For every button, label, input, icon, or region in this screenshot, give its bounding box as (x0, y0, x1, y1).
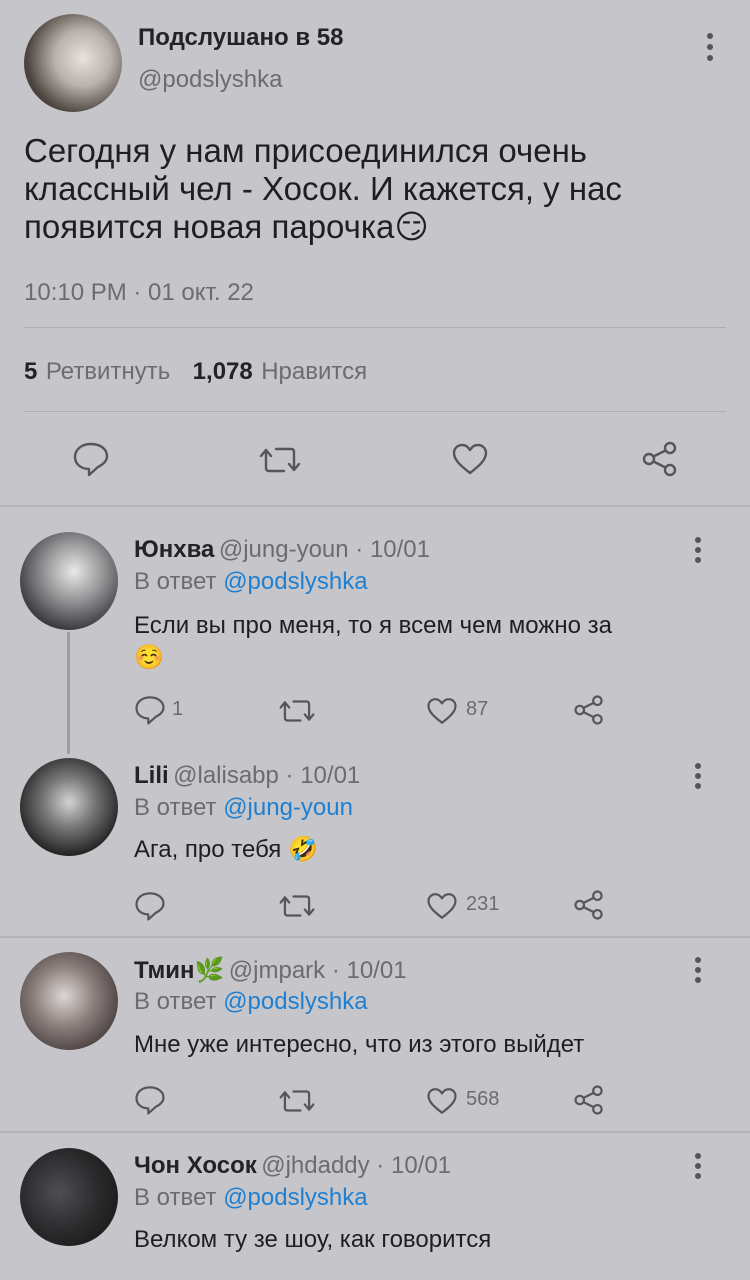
reply-to-prefix: В ответ (134, 1184, 217, 1211)
reply-text: Если вы про меня, то я всем чем можно за… (134, 610, 714, 674)
reply-text: Мне уже интересно, что из этого выйдет (134, 1031, 585, 1058)
reply-author-name[interactable]: Lili (134, 762, 169, 789)
heart-icon[interactable] (426, 696, 458, 726)
reply-to-prefix: В ответ (134, 988, 217, 1015)
reply-icon[interactable] (72, 440, 110, 478)
heart-icon[interactable] (426, 1086, 458, 1116)
retweet-icon[interactable] (278, 892, 316, 920)
section-divider (0, 505, 750, 507)
author-handle[interactable]: @podslyshka (138, 66, 282, 94)
reply-handle-date[interactable]: @lalisabp · 10/01 (173, 762, 360, 789)
tweet-text-line: классный чел - Хосок. И кажется, у нас (24, 170, 622, 207)
reply-header: Юнхва @jung-youn · 10/01 (134, 536, 430, 564)
like-count: 231 (466, 893, 500, 915)
tweet-text-line-content: появится новая парочка (24, 208, 395, 245)
more-vertical-icon[interactable] (690, 762, 706, 790)
more-vertical-icon[interactable] (702, 32, 718, 62)
share-icon[interactable] (641, 440, 679, 478)
reply-text: Ага, про тебя 🤣 (134, 834, 318, 866)
reply-to-prefix: В ответ (134, 568, 217, 595)
share-icon[interactable] (573, 889, 605, 921)
reply-header: Lili @lalisabp · 10/01 (134, 762, 360, 790)
heart-icon[interactable] (451, 442, 489, 476)
heart-icon[interactable] (426, 891, 458, 921)
retweet-icon[interactable] (278, 1087, 316, 1115)
like-count: 568 (466, 1088, 500, 1110)
reply-text-content: Если вы про меня, то я всем чем можно за (134, 612, 612, 639)
tweet-text-line: Сегодня у нам присоединился очень (24, 132, 587, 169)
author-avatar[interactable] (24, 14, 122, 112)
like-label[interactable]: Нравится (261, 358, 367, 385)
reply-author-name[interactable]: Чон Хосок (134, 1152, 257, 1179)
retweet-icon[interactable] (258, 444, 302, 476)
like-count: 87 (466, 698, 489, 720)
tweet-stats: 5 Ретвитнуть 1,078 Нравится (24, 358, 367, 386)
more-vertical-icon[interactable] (690, 536, 706, 564)
more-vertical-icon[interactable] (690, 956, 706, 984)
reply-to-line: В ответ @podslyshka (134, 1184, 368, 1212)
reply-icon[interactable] (134, 694, 166, 726)
reply-to-line: В ответ @podslyshka (134, 988, 368, 1016)
section-divider (0, 1131, 750, 1133)
share-icon[interactable] (573, 694, 605, 726)
reply-icon[interactable] (134, 1084, 166, 1116)
reply-to-line: В ответ @podslyshka (134, 568, 368, 596)
reply-handle-date[interactable]: @jhdaddy · 10/01 (261, 1152, 451, 1179)
retweet-icon[interactable] (278, 697, 316, 725)
reply-avatar[interactable] (20, 952, 118, 1050)
reply-author-name[interactable]: Тмин🌿 (134, 957, 224, 984)
more-vertical-icon[interactable] (690, 1152, 706, 1180)
reply-to-line: В ответ @jung-youn (134, 794, 353, 822)
tweet-text: Сегодня у нам присоединился очень классн… (24, 132, 724, 246)
section-divider (0, 936, 750, 938)
retweet-count[interactable]: 5 (24, 358, 37, 385)
reply-handle-date[interactable]: @jmpark · 10/01 (229, 957, 407, 984)
reply-icon[interactable] (134, 890, 166, 922)
reply-to-handle[interactable]: @podslyshka (223, 568, 367, 595)
smirk-emoji: 😏 (394, 208, 429, 245)
reply-to-handle[interactable]: @podslyshka (223, 988, 367, 1015)
reply-handle-date[interactable]: @jung-youn · 10/01 (219, 536, 430, 563)
reply-text: Велком ту зе шоу, как говорится (134, 1226, 492, 1253)
reply-to-handle[interactable]: @podslyshka (223, 1184, 367, 1211)
reply-count: 1 (172, 698, 184, 720)
reply-text-content: Ага, про тебя (134, 836, 282, 863)
reply-header: Тмин🌿 @jmpark · 10/01 (134, 956, 407, 985)
reply-avatar[interactable] (20, 532, 118, 630)
divider (24, 411, 726, 412)
author-name[interactable]: Подслушано в 58 (138, 24, 343, 52)
reply-avatar[interactable] (20, 1148, 118, 1246)
share-icon[interactable] (573, 1084, 605, 1116)
reply-to-handle[interactable]: @jung-youn (223, 794, 353, 821)
reply-header: Чон Хосок @jhdaddy · 10/01 (134, 1152, 451, 1180)
tweet-text-line: появится новая парочка😏 (24, 208, 724, 246)
retweet-label[interactable]: Ретвитнуть (46, 358, 170, 385)
smiling-emoji: ☺️ (134, 644, 164, 671)
reply-author-name[interactable]: Юнхва (134, 536, 214, 563)
divider (24, 327, 726, 328)
reply-to-prefix: В ответ (134, 794, 217, 821)
reply-avatar[interactable] (20, 758, 118, 856)
like-count[interactable]: 1,078 (193, 358, 253, 385)
thread-connector (67, 632, 70, 754)
laughing-emoji: 🤣 (287, 836, 318, 863)
tweet-timestamp[interactable]: 10:10 PM · 01 окт. 22 (24, 279, 254, 307)
